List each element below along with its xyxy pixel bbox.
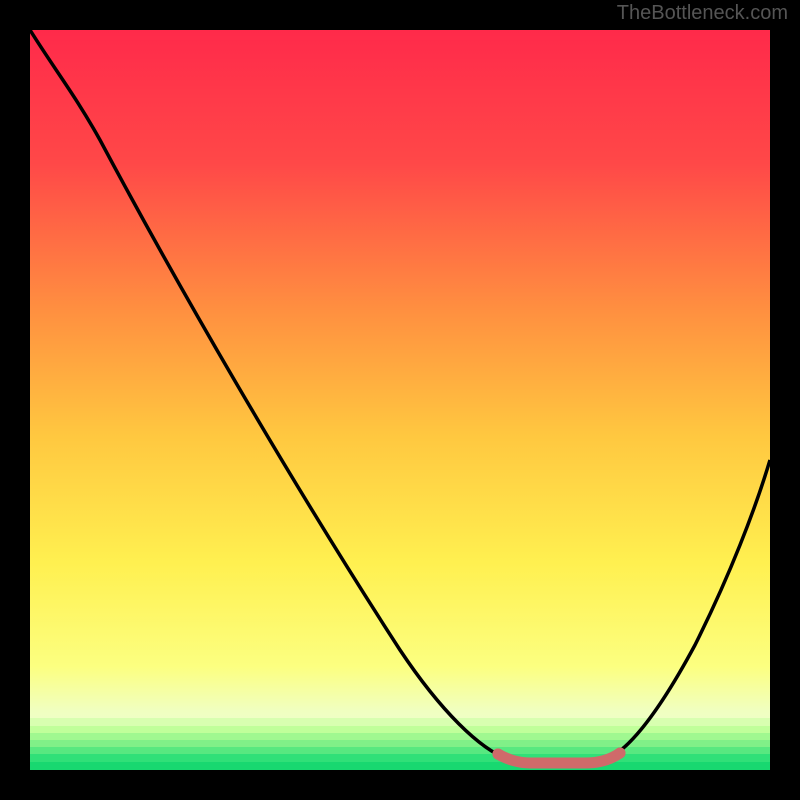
watermark-text: TheBottleneck.com xyxy=(617,2,788,25)
optimal-range-highlight xyxy=(498,753,620,763)
curve-line xyxy=(30,30,770,763)
chart-area xyxy=(30,30,770,770)
bottleneck-curve xyxy=(30,30,770,770)
highlight-end-dot xyxy=(615,748,626,759)
highlight-start-dot xyxy=(493,749,504,760)
